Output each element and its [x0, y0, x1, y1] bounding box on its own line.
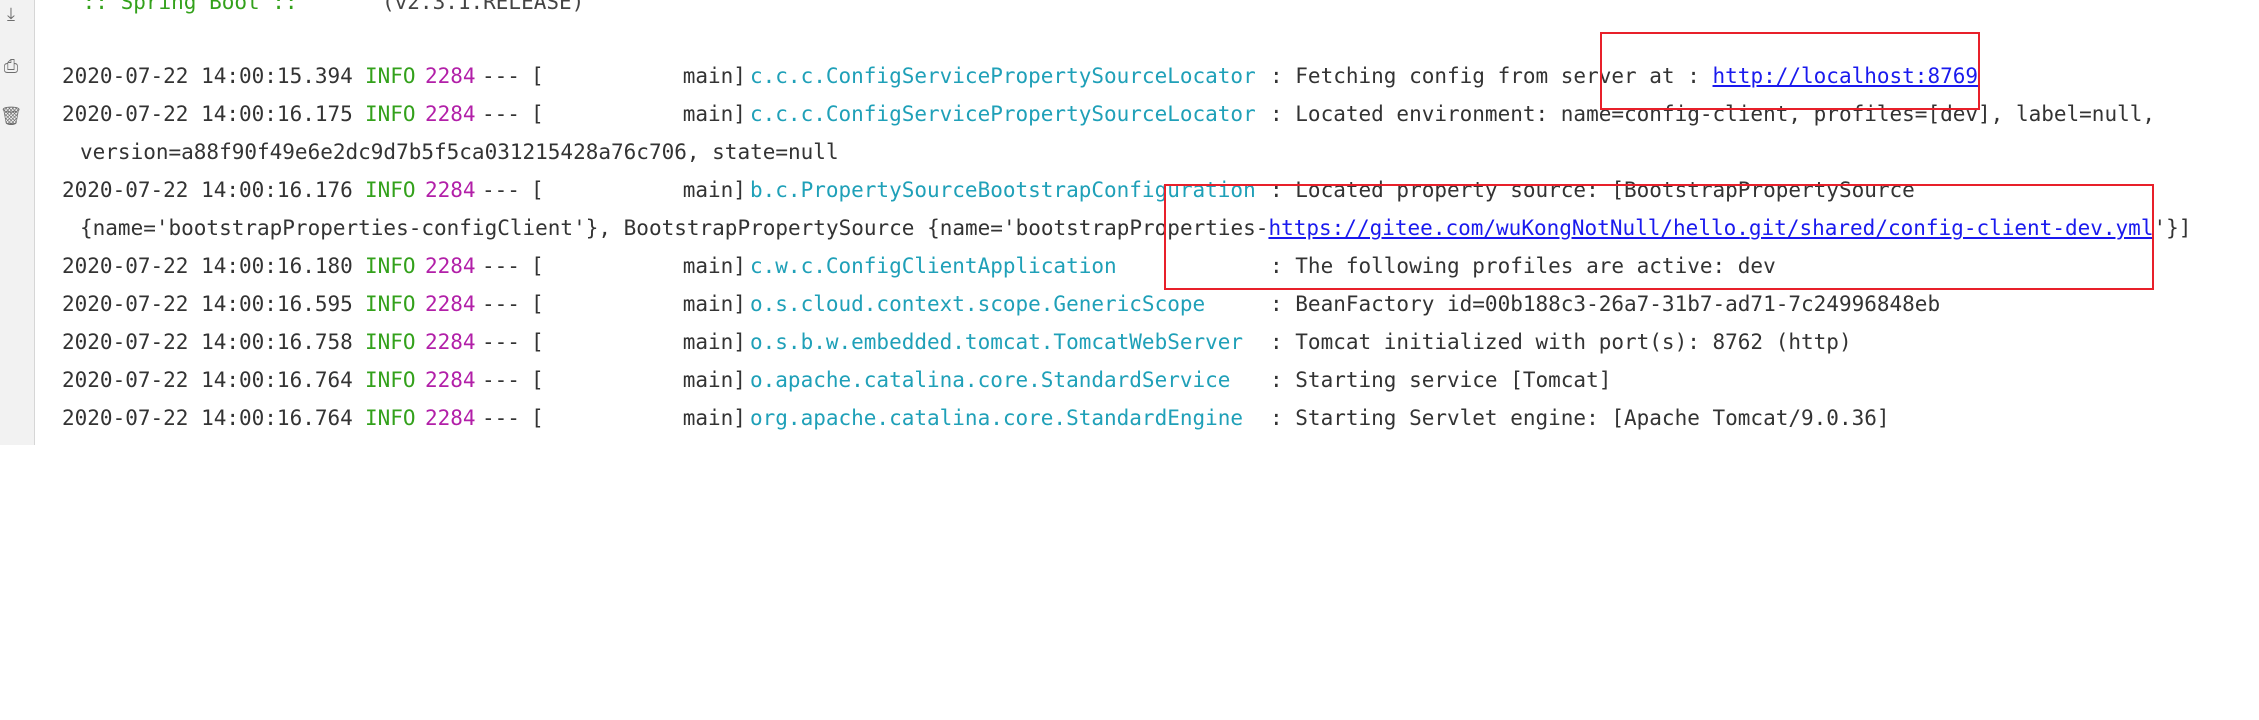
log-thread: [ main]: [531, 102, 746, 126]
log-logger: c.c.c.ConfigServicePropertySourceLocator: [750, 64, 1256, 88]
log-logger: org.apache.catalina.core.StandardEngine: [750, 406, 1244, 430]
log-line: 2020-07-22 14:00:16.175 INFO 2284 --- [ …: [62, 100, 2155, 128]
log-thread: [ main]: [531, 64, 746, 88]
log-level: INFO: [365, 102, 416, 126]
log-level: INFO: [365, 254, 416, 278]
log-thread: [ main]: [531, 330, 746, 354]
log-thread: [ main]: [531, 368, 746, 392]
log-level: INFO: [365, 330, 416, 354]
highlight-box-property-source: [1164, 184, 2154, 290]
log-pid: 2284: [425, 102, 476, 126]
log-separator: ---: [482, 178, 520, 202]
log-line: 2020-07-22 14:00:16.758 INFO 2284 --- [ …: [62, 328, 1852, 356]
banner-version: (v2.3.1.RELEASE): [382, 0, 585, 14]
log-message: : Starting service [Tomcat]: [1270, 368, 1612, 392]
log-level: INFO: [365, 406, 416, 430]
log-pid: 2284: [425, 330, 476, 354]
log-line: 2020-07-22 14:00:15.394 INFO 2284 --- [ …: [62, 62, 1978, 90]
log-level: INFO: [365, 178, 416, 202]
log-message: : Starting Servlet engine: [Apache Tomca…: [1270, 406, 1890, 430]
log-thread: [ main]: [531, 178, 746, 202]
log-logger: c.c.c.ConfigServicePropertySourceLocator: [750, 102, 1256, 126]
log-thread: [ main]: [531, 292, 746, 316]
log-timestamp: 2020-07-22 14:00:16.758: [62, 330, 353, 354]
log-level: INFO: [365, 292, 416, 316]
print-icon[interactable]: ⎙: [0, 56, 22, 78]
log-timestamp: 2020-07-22 14:00:16.764: [62, 406, 353, 430]
log-continuation: version=a88f90f49e6e2dc9d7b5f5ca03121542…: [62, 138, 839, 166]
log-line: 2020-07-22 14:00:16.176 INFO 2284 --- [ …: [62, 176, 1915, 204]
log-line: 2020-07-22 14:00:16.180 INFO 2284 --- [ …: [62, 252, 1776, 280]
banner-name: :: Spring Boot ::: [70, 0, 311, 14]
trash-icon[interactable]: 🗑: [0, 106, 22, 128]
log-separator: ---: [482, 330, 520, 354]
log-pid: 2284: [425, 368, 476, 392]
log-timestamp: 2020-07-22 14:00:16.180: [62, 254, 353, 278]
banner-line: :: Spring Boot :: (v2.3.1.RELEASE): [62, 0, 585, 16]
log-logger: c.w.c.ConfigClientApplication: [750, 254, 1117, 278]
log-message: : BeanFactory id=00b188c3-26a7-31b7-ad71…: [1270, 292, 1941, 316]
log-separator: ---: [482, 406, 520, 430]
log-timestamp: 2020-07-22 14:00:16.175: [62, 102, 353, 126]
log-line: 2020-07-22 14:00:16.595 INFO 2284 --- [ …: [62, 290, 1940, 318]
log-pid: 2284: [425, 292, 476, 316]
log-pid: 2284: [425, 406, 476, 430]
highlight-box-server-url: [1600, 32, 1980, 110]
log-line: 2020-07-22 14:00:16.764 INFO 2284 --- [ …: [62, 404, 1890, 432]
log-level: INFO: [365, 64, 416, 88]
log-separator: ---: [482, 254, 520, 278]
log-line: 2020-07-22 14:00:16.764 INFO 2284 --- [ …: [62, 366, 1611, 394]
log-thread: [ main]: [531, 406, 746, 430]
log-separator: ---: [482, 64, 520, 88]
log-logger: o.s.b.w.embedded.tomcat.TomcatWebServer: [750, 330, 1244, 354]
log-timestamp: 2020-07-22 14:00:16.764: [62, 368, 353, 392]
log-separator: ---: [482, 292, 520, 316]
log-level: INFO: [365, 368, 416, 392]
log-separator: ---: [482, 368, 520, 392]
log-pid: 2284: [425, 178, 476, 202]
console-toolbar: ⤓ ⎙ 🗑: [0, 0, 35, 445]
log-pid: 2284: [425, 64, 476, 88]
log-message: : Tomcat initialized with port(s): 8762 …: [1270, 330, 1852, 354]
log-logger: o.s.cloud.context.scope.GenericScope: [750, 292, 1206, 316]
log-thread: [ main]: [531, 254, 746, 278]
log-logger: o.apache.catalina.core.StandardService: [750, 368, 1231, 392]
log-pid: 2284: [425, 254, 476, 278]
log-timestamp: 2020-07-22 14:00:16.176: [62, 178, 353, 202]
log-timestamp: 2020-07-22 14:00:15.394: [62, 64, 353, 88]
log-continuation: {name='bootstrapProperties-configClient'…: [62, 214, 2191, 242]
log-timestamp: 2020-07-22 14:00:16.595: [62, 292, 353, 316]
log-separator: ---: [482, 102, 520, 126]
log-continuation-text: version=a88f90f49e6e2dc9d7b5f5ca03121542…: [80, 140, 839, 164]
scroll-to-end-icon[interactable]: ⤓: [0, 4, 22, 26]
